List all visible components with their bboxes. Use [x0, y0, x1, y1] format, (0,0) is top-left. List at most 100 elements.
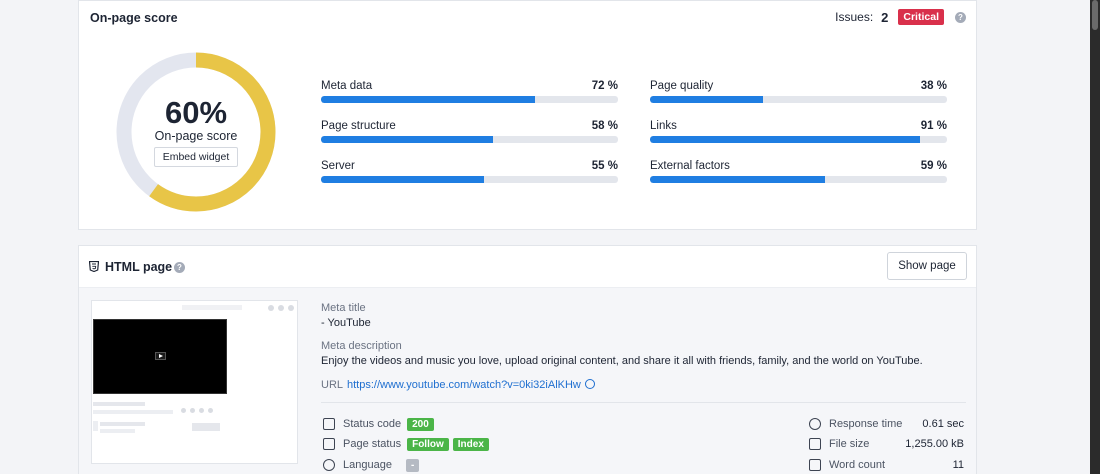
page-preview-thumbnail[interactable]: [91, 300, 298, 464]
preview-dot: [288, 305, 294, 311]
metric-fill: [321, 96, 535, 103]
metric-value: 72 %: [591, 80, 618, 92]
page-status-icon: [323, 438, 335, 450]
html-page-header: HTML page ? Show page: [79, 246, 976, 288]
on-page-score-card: On-page score Issues: 2 Critical ? 60% O…: [78, 0, 977, 230]
preview-text-line: [93, 402, 145, 406]
url-label: URL: [321, 379, 344, 391]
embed-widget-button[interactable]: Embed widget: [153, 147, 239, 167]
metric-value: 59 %: [920, 160, 947, 172]
issues-summary: Issues: 2 Critical: [835, 9, 944, 25]
donut-center: 60% On-page score Embed widget: [115, 51, 277, 213]
play-icon: [155, 352, 166, 360]
metric-label: External factors: [650, 160, 730, 172]
metric-server: Server 55 %: [321, 160, 618, 190]
score-card-title: On-page score: [90, 11, 178, 25]
metric-track: [650, 136, 947, 143]
metric-fill: [321, 176, 485, 183]
language-icon: [323, 459, 335, 471]
metric-label: Server: [321, 160, 355, 172]
language-tag: -: [405, 458, 420, 472]
metric-track: [650, 176, 947, 183]
critical-badge[interactable]: Critical: [898, 9, 944, 25]
html-page-title: HTML page: [105, 260, 173, 274]
metric-track: [321, 136, 618, 143]
metric-meta-data: Meta data 72 %: [321, 80, 618, 110]
status-code-row: Status code 200: [323, 416, 434, 432]
clock-icon: [809, 418, 821, 430]
preview-text-line: [93, 421, 98, 431]
file-size-row: File size: [809, 436, 869, 452]
preview-text-line: [100, 422, 145, 426]
metric-value: 55 %: [591, 160, 618, 172]
meta-title-label: Meta title: [321, 302, 366, 314]
response-time-value: 0.61 sec: [922, 418, 964, 430]
help-icon[interactable]: ?: [174, 262, 185, 273]
meta-description-value: Enjoy the videos and music you love, upl…: [321, 355, 923, 367]
metric-label: Meta data: [321, 80, 373, 92]
url-link[interactable]: https://www.youtube.com/watch?v=0ki32iAl…: [347, 379, 595, 391]
lock-icon: [809, 438, 821, 450]
metric-fill: [650, 176, 826, 183]
show-page-button[interactable]: Show page: [887, 252, 967, 280]
metric-label: Page quality: [650, 80, 714, 92]
word-count-icon: [809, 459, 821, 471]
score-percentage: 60%: [164, 95, 228, 130]
metric-track: [321, 176, 618, 183]
html5-icon: [89, 261, 99, 272]
preview-dot: [268, 305, 274, 311]
word-count-label: Word count: [829, 459, 886, 471]
metric-page-quality: Page quality 38 %: [650, 80, 947, 110]
page-status-label: Page status: [343, 438, 402, 450]
preview-header-bar: [182, 305, 242, 310]
preview-dot: [181, 408, 186, 413]
preview-text-line: [93, 410, 173, 414]
metric-fill: [650, 136, 921, 143]
follow-tag: Follow: [407, 437, 449, 451]
metric-value: 58 %: [591, 120, 618, 132]
scrollbar[interactable]: [1090, 0, 1100, 474]
metric-page-structure: Page structure 58 %: [321, 120, 618, 150]
status-code-icon: [323, 418, 335, 430]
metric-label: Page structure: [321, 120, 396, 132]
html-page-card: HTML page ? Show page Meta title - YouTu…: [78, 245, 977, 474]
word-count-row: Word count: [809, 457, 885, 473]
scrollbar-thumb[interactable]: [1092, 0, 1098, 30]
metric-value: 38 %: [920, 80, 947, 92]
language-label: Language: [343, 459, 392, 471]
status-code-tag: 200: [407, 417, 434, 431]
preview-button: [192, 423, 220, 431]
globe-icon[interactable]: [584, 379, 595, 389]
preview-video-player: [93, 319, 227, 394]
meta-description-label: Meta description: [321, 340, 402, 352]
metric-track: [650, 96, 947, 103]
url-text[interactable]: https://www.youtube.com/watch?v=0ki32iAl…: [347, 379, 581, 391]
help-icon[interactable]: ?: [955, 12, 966, 23]
metric-value: 91 %: [920, 120, 947, 132]
score-label: On-page score: [154, 129, 238, 143]
preview-dot: [199, 408, 204, 413]
language-row: Language -: [323, 457, 420, 473]
html-page-body: Meta title - YouTube Meta description En…: [79, 288, 976, 474]
section-divider: [321, 402, 966, 403]
issues-label: Issues:: [835, 10, 874, 24]
word-count-value: 11: [952, 459, 964, 471]
metric-external-factors: External factors 59 %: [650, 160, 947, 190]
response-time-label: Response time: [829, 418, 903, 430]
file-size-value: 1,255.00 kB: [905, 438, 964, 450]
file-size-label: File size: [829, 438, 870, 450]
metric-fill: [321, 136, 494, 143]
metric-links: Links 91 %: [650, 120, 947, 150]
response-time-row: Response time: [809, 416, 902, 432]
metric-label: Links: [650, 120, 677, 132]
meta-title-value: - YouTube: [321, 317, 371, 329]
page-status-row: Page status Follow Index: [323, 436, 489, 452]
status-code-label: Status code: [343, 418, 402, 430]
metric-track: [321, 96, 618, 103]
preview-dot: [190, 408, 195, 413]
preview-dot: [208, 408, 213, 413]
issues-count: 2: [881, 9, 889, 25]
preview-dot: [278, 305, 284, 311]
preview-text-line: [100, 429, 135, 433]
metric-fill: [650, 96, 763, 103]
